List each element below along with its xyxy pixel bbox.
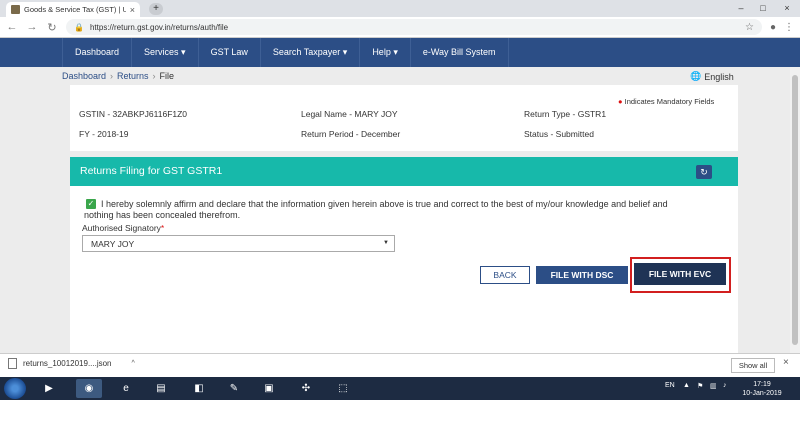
reload-icon[interactable]: ↻ (46, 21, 58, 34)
browser-tab[interactable]: Goods & Service Tax (GST) | User × (6, 2, 140, 17)
globe-icon: 🌐 (690, 71, 702, 81)
required-asterisk: * (160, 223, 165, 233)
breadcrumb-file: File (159, 71, 175, 81)
page-scrollbar[interactable] (790, 67, 800, 353)
network-icon[interactable]: ▥ (710, 382, 717, 390)
tab-close-icon[interactable]: × (130, 5, 135, 15)
language-label: English (704, 71, 734, 82)
site-menu: Dashboard Services ▾ GST Law Search Taxp… (62, 38, 509, 67)
signatory-select[interactable]: MARY JOY ▼ (82, 235, 395, 252)
return-type-text: Return Type - GSTR1 (524, 109, 607, 119)
pdf-icon[interactable]: ⬚ (330, 379, 356, 398)
breadcrumb-returns[interactable]: Returns (117, 71, 149, 81)
forward-arrow-icon[interactable]: → (26, 21, 38, 33)
nav-eway-bill[interactable]: e-Way Bill System (411, 38, 509, 67)
signatory-label: Authorised Signatory* (82, 223, 164, 233)
show-all-button[interactable]: Show all (731, 358, 775, 373)
browser-menu-icon[interactable]: ⋮ (784, 22, 794, 33)
chevron-down-icon: ▼ (383, 240, 389, 246)
chrome-icon[interactable]: ◉ (76, 379, 102, 398)
ie-icon[interactable]: e (113, 379, 139, 398)
scrollbar-thumb[interactable] (792, 75, 798, 345)
download-bar: returns_10012019....json ^ (0, 353, 800, 377)
explorer-icon[interactable]: ▣ (256, 379, 282, 398)
flag-icon[interactable]: ⚑ (697, 382, 703, 390)
status-text: Status - Submitted (524, 129, 594, 139)
bookmark-star-icon[interactable]: ☆ (745, 22, 754, 33)
language-indicator[interactable]: EN (665, 382, 675, 389)
back-arrow-icon[interactable]: ← (6, 21, 18, 33)
paint-icon[interactable]: ✎ (221, 379, 247, 398)
system-clock[interactable]: 17:19 10-Jan-2019 (740, 380, 784, 398)
declaration-text: I hereby solemnly affirm and declare tha… (101, 199, 668, 209)
breadcrumb-separator: › (110, 71, 114, 81)
tray-expand-icon[interactable]: ▲ (683, 382, 690, 389)
site-navigation: Dashboard Services ▾ GST Law Search Taxp… (0, 38, 800, 67)
breadcrumb-dashboard[interactable]: Dashboard (62, 71, 106, 81)
file-with-dsc-button[interactable]: FILE WITH DSC (536, 266, 628, 284)
back-button[interactable]: BACK (480, 266, 530, 284)
windows-taskbar: ▶ ◉ e ▤ ◧ ✎ ▣ ✣ ⬚ (0, 377, 800, 400)
browser-toolbar: ← → ↻ 🔒 https://return.gst.gov.in/return… (0, 17, 800, 38)
minimize-button[interactable]: – (730, 0, 752, 17)
nav-dashboard[interactable]: Dashboard (62, 38, 133, 67)
file-icon (8, 358, 17, 369)
profile-icon[interactable]: ● (770, 22, 776, 33)
browser-tab-strip: Goods & Service Tax (GST) | User × + – □… (0, 0, 800, 17)
return-period-text: Return Period - December (301, 129, 401, 139)
clock-time: 17:19 (753, 381, 771, 388)
gstin-text: GSTIN - 32ABKPJ6116F1Z0 (79, 109, 188, 119)
fy-text: FY - 2018-19 (79, 129, 129, 139)
download-item[interactable]: returns_10012019....json ^ (8, 358, 135, 369)
declaration-checkbox[interactable]: ✓ (86, 199, 96, 209)
start-button[interactable] (4, 378, 26, 399)
file-with-evc-button[interactable]: FILE WITH EVC (634, 263, 726, 285)
download-menu-icon[interactable]: ^ (132, 360, 135, 367)
breadcrumb: Dashboard › Returns › File (62, 71, 174, 81)
mandatory-note-text: Indicates Mandatory Fields (624, 97, 715, 106)
tab-title: Goods & Service Tax (GST) | User (24, 5, 126, 14)
address-bar[interactable]: 🔒 https://return.gst.gov.in/returns/auth… (66, 19, 762, 35)
lock-icon: 🔒 (74, 22, 84, 32)
nav-search-taxpayer[interactable]: Search Taxpayer ▾ (261, 38, 361, 67)
folder-icon[interactable]: ▤ (148, 379, 174, 398)
refresh-icon[interactable]: ↻ (696, 165, 712, 179)
maximize-button[interactable]: □ (752, 0, 774, 17)
breadcrumb-separator: › (152, 71, 156, 81)
download-bar-close-icon[interactable]: × (783, 357, 789, 368)
mandatory-note: ● Indicates Mandatory Fields (618, 97, 714, 106)
signatory-value: MARY JOY (91, 239, 135, 249)
signatory-label-text: Authorised Signatory (82, 223, 161, 233)
clock-date: 10-Jan-2019 (742, 390, 782, 397)
volume-icon[interactable]: ♪ (723, 382, 727, 389)
download-file-name: returns_10012019....json (23, 359, 112, 368)
filing-panel-header: Returns Filing for GST GSTR1 ↻ (70, 157, 738, 186)
url-text: https://return.gst.gov.in/returns/auth/f… (89, 22, 229, 32)
language-selector[interactable]: 🌐 English (690, 71, 734, 82)
app-icon[interactable]: ◧ (186, 379, 212, 398)
legal-name-text: Legal Name - MARY JOY (301, 109, 398, 119)
media-player-icon[interactable]: ▶ (36, 379, 62, 398)
nav-help[interactable]: Help ▾ (360, 38, 411, 67)
network-app-icon[interactable]: ✣ (293, 379, 319, 398)
panel-title: Returns Filing for GST GSTR1 (80, 165, 223, 177)
required-asterisk: ● (618, 97, 623, 106)
declaration-text-line2: nothing has been concealed therefrom. (84, 210, 241, 220)
filing-panel (70, 157, 738, 353)
window-close-button[interactable]: × (776, 0, 798, 17)
page-bottom-margin (0, 400, 800, 427)
nav-gst-law[interactable]: GST Law (199, 38, 261, 67)
nav-services[interactable]: Services ▾ (132, 38, 199, 67)
new-tab-button[interactable]: + (149, 3, 163, 15)
gst-favicon-icon (11, 5, 20, 14)
